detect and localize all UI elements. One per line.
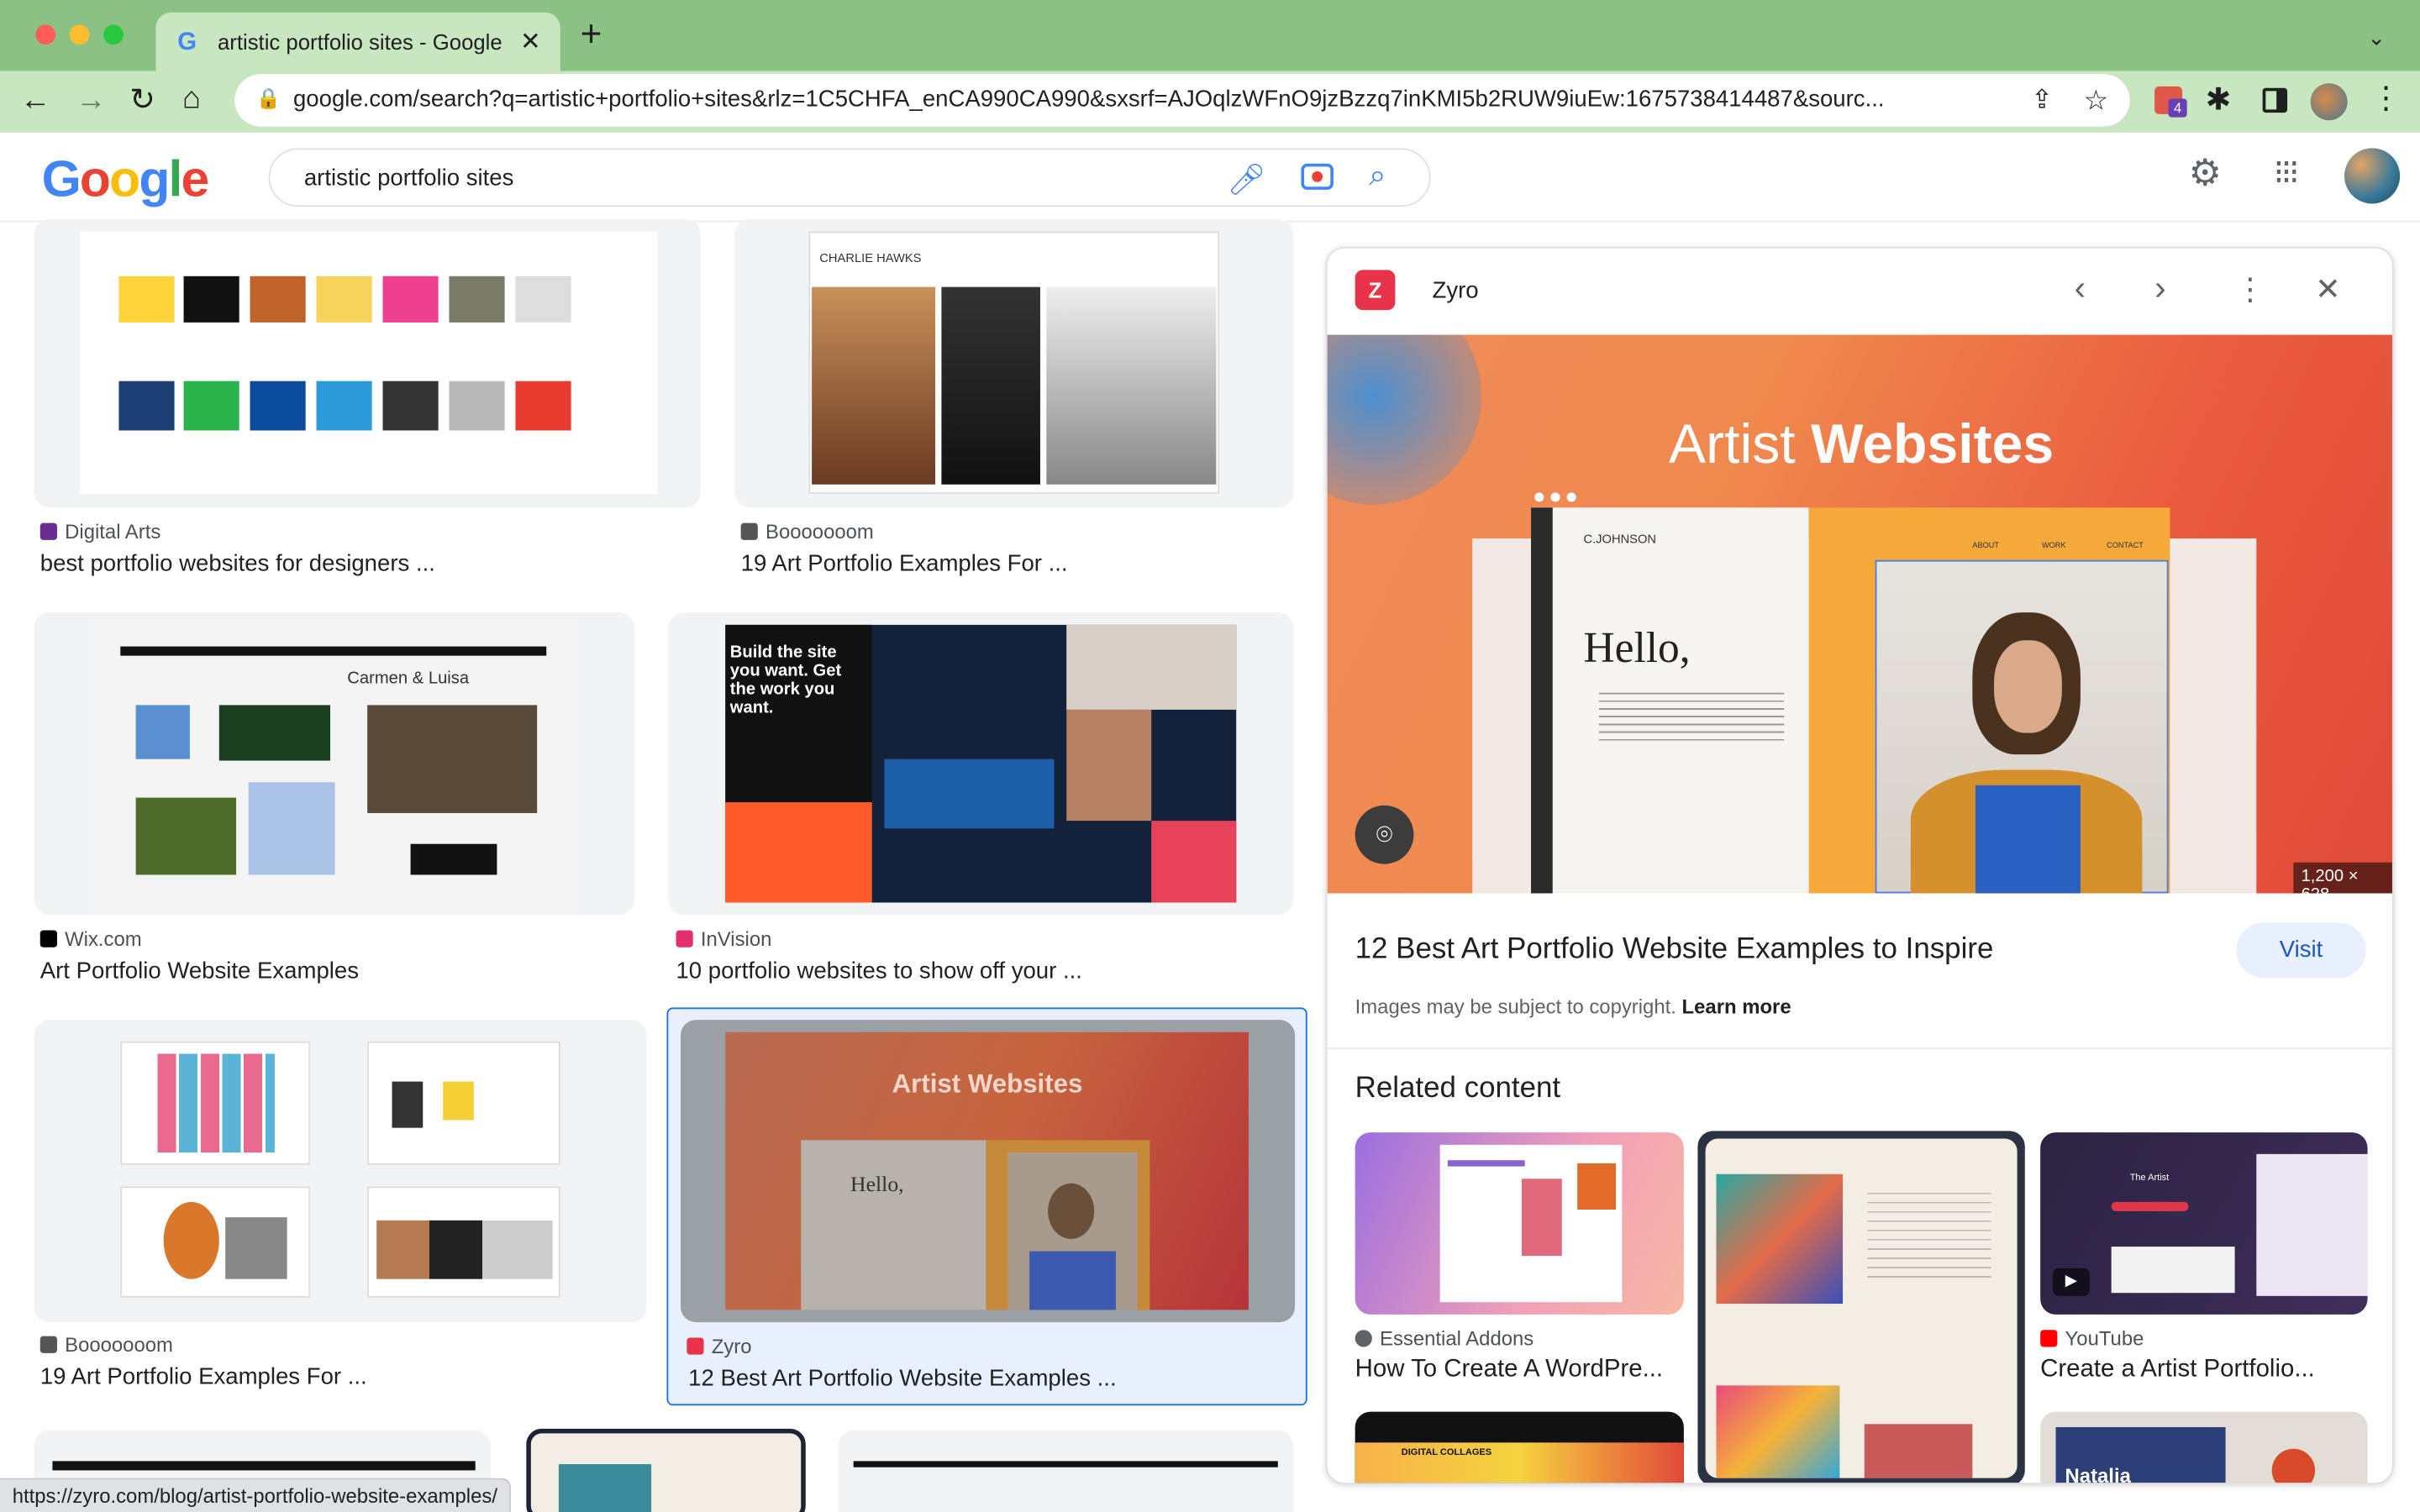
panel-title[interactable]: 12 Best Art Portfolio Website Examples t… — [1355, 933, 1994, 967]
preview-image[interactable]: Artist Websites ●●● C.JOHNSON Hello, ABO… — [1327, 334, 2392, 894]
result-thumbnail[interactable] — [526, 1428, 806, 1512]
apps-grid-icon[interactable]: ⁝⁝⁝ — [2274, 155, 2300, 189]
lens-search-icon[interactable]: ⌾ — [1355, 805, 1414, 864]
new-tab-icon[interactable]: + — [581, 16, 602, 53]
hero-title: Artist Websites — [1669, 412, 2054, 475]
related-caption[interactable]: Create a Artist Portfolio... — [2040, 1356, 2315, 1383]
digital-arts-favicon-icon — [39, 522, 57, 540]
result-source[interactable]: Wix.com — [39, 927, 142, 950]
result-source[interactable]: InVision — [676, 927, 771, 950]
play-icon[interactable]: ▶ — [2052, 1268, 2090, 1296]
close-panel-icon[interactable]: ✕ — [2315, 275, 2341, 306]
reload-icon[interactable]: ↻ — [129, 85, 155, 116]
search-box[interactable]: artistic portfolio sites 🎤︎ ⌕ — [268, 148, 1431, 207]
maximize-window-button[interactable] — [103, 24, 124, 45]
search-icon[interactable]: ⌕ — [1369, 159, 1386, 194]
related-thumbnail[interactable]: Natalia — [2040, 1411, 2368, 1483]
tab-strip: G artistic portfolio sites - Google ✕ + … — [0, 0, 2420, 71]
close-window-button[interactable] — [35, 24, 56, 45]
booooooom-favicon-icon — [740, 522, 758, 540]
next-icon[interactable]: › — [2154, 270, 2165, 304]
related-thumbnail[interactable]: DIGITAL COLLAGES — [1355, 1411, 1684, 1483]
result-caption[interactable]: 10 portfolio websites to show off your .… — [676, 958, 1081, 984]
selected-result[interactable]: Artist Websites Hello, Zyro 12 Best Art … — [666, 1007, 1307, 1406]
more-options-icon[interactable]: ⋮ — [2235, 275, 2266, 306]
close-tab-icon[interactable]: ✕ — [520, 26, 541, 57]
panel-site-name[interactable]: Zyro — [1432, 278, 1478, 304]
account-avatar[interactable] — [2344, 148, 2401, 204]
result-thumbnail[interactable] — [34, 1020, 647, 1323]
result-source[interactable]: Digital Arts — [39, 520, 160, 543]
result-caption[interactable]: 19 Art Portfolio Examples For ... — [40, 1364, 367, 1390]
related-source[interactable]: YouTube — [2040, 1327, 2144, 1350]
browser-tab[interactable]: G artistic portfolio sites - Google ✕ — [155, 12, 560, 71]
forward-icon[interactable]: → — [76, 85, 107, 116]
zyro-favicon-icon — [687, 1337, 704, 1355]
dots-icon: ●●● — [1532, 482, 1581, 508]
settings-gear-icon[interactable]: ⚙ — [2188, 155, 2222, 192]
mic-icon[interactable]: 🎤︎ — [1227, 160, 1266, 199]
search-input[interactable]: artistic portfolio sites — [304, 165, 514, 192]
result-thumbnail[interactable] — [34, 218, 701, 508]
google-favicon-icon: G — [177, 29, 197, 56]
related-source[interactable]: Essential Addons — [1355, 1327, 1534, 1350]
home-icon[interactable]: ⌂ — [182, 83, 201, 114]
tab-search-chevron-icon[interactable]: ⌄ — [2368, 22, 2386, 53]
url-text: google.com/search?q=artistic+portfolio+s… — [292, 86, 1885, 113]
image-size-label: 1,200 × 628 — [2293, 862, 2392, 894]
camera-lens-icon[interactable] — [1301, 163, 1334, 190]
tab-title: artistic portfolio sites - Google — [217, 29, 502, 55]
result-source[interactable]: Booooooom — [740, 520, 874, 543]
bookmark-star-icon[interactable]: ☆ — [2084, 85, 2109, 116]
address-bar[interactable]: 🔒 google.com/search?q=artistic+portfolio… — [234, 74, 2130, 127]
puzzle-extensions-icon[interactable]: ✱ — [2206, 85, 2232, 116]
lock-icon: 🔒 — [255, 86, 281, 110]
result-thumbnail[interactable]: Build the site you want. Get the work yo… — [668, 612, 1294, 916]
result-thumbnail[interactable]: CHARLIE HAWKS — [734, 218, 1294, 508]
result-source[interactable]: Zyro — [687, 1335, 751, 1357]
google-header: Google artistic portfolio sites 🎤︎ ⌕ ⚙ ⁝… — [0, 132, 2420, 223]
side-panel-icon[interactable] — [2262, 87, 2288, 113]
related-caption[interactable]: How To Create A WordPre... — [1355, 1356, 1663, 1383]
result-thumbnail[interactable]: Artist Websites Hello, — [681, 1020, 1296, 1323]
browser-toolbar: ← → ↻ ⌂ 🔒 google.com/search?q=artistic+p… — [0, 71, 2420, 133]
related-thumbnail[interactable]: The Artist ▶ — [2040, 1132, 2368, 1315]
result-thumbnail[interactable] — [838, 1430, 1294, 1512]
related-heading: Related content — [1355, 1072, 1561, 1105]
result-caption[interactable]: Art Portfolio Website Examples — [40, 958, 359, 984]
zyro-logo-icon: Z — [1355, 270, 1396, 311]
extension-icon[interactable]: 4 — [2154, 86, 2187, 118]
google-logo[interactable]: Google — [42, 150, 210, 208]
wix-favicon-icon — [39, 930, 57, 948]
invision-favicon-icon — [676, 930, 693, 948]
back-icon[interactable]: ← — [20, 85, 51, 116]
profile-avatar[interactable] — [2310, 83, 2348, 121]
result-caption[interactable]: 12 Best Art Portfolio Website Examples .… — [688, 1366, 1116, 1392]
result-caption[interactable]: 19 Art Portfolio Examples For ... — [741, 551, 1068, 577]
youtube-icon — [2040, 1330, 2058, 1347]
globe-icon — [1355, 1330, 1372, 1347]
visit-button[interactable]: Visit — [2236, 922, 2366, 979]
previous-icon[interactable]: ‹ — [2075, 270, 2086, 304]
status-bar-url: https://zyro.com/blog/artist-portfolio-w… — [0, 1478, 512, 1512]
booooooom-favicon-icon — [39, 1336, 57, 1353]
image-preview-panel: Z Zyro ‹ › ⋮ ✕ Artist Websites ●●● C.JOH… — [1325, 246, 2394, 1484]
learn-more-link[interactable]: Learn more — [1682, 995, 1791, 1019]
copyright-notice: Images may be subject to copyright. Lear… — [1355, 995, 1791, 1019]
related-thumbnail[interactable] — [1355, 1132, 1684, 1315]
result-source[interactable]: Booooooom — [39, 1333, 173, 1356]
related-thumbnail[interactable] — [1697, 1131, 2025, 1483]
minimize-window-button[interactable] — [69, 24, 90, 45]
extension-badge: 4 — [2168, 98, 2187, 118]
result-thumbnail[interactable]: Carmen & Luisa — [34, 612, 634, 916]
result-caption[interactable]: best portfolio websites for designers ..… — [40, 551, 435, 577]
share-icon[interactable]: ⇪ — [2031, 85, 2053, 116]
kebab-menu-icon[interactable]: ⋮ — [2370, 83, 2402, 114]
